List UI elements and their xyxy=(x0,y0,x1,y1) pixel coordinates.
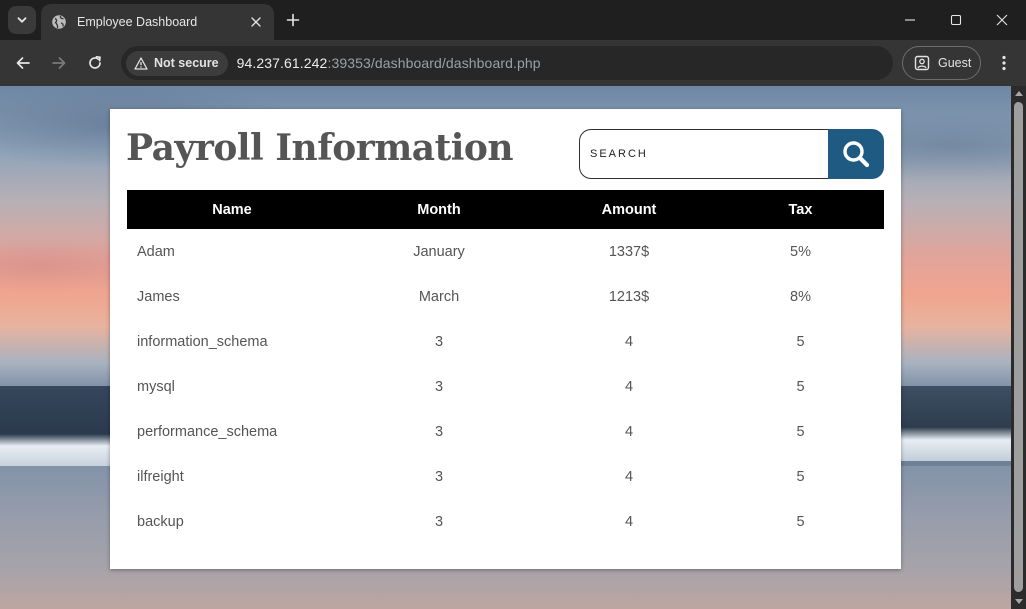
cell-month: 3 xyxy=(434,423,444,440)
table-row: performance_schema 3 4 5 xyxy=(127,409,884,454)
column-header-tax[interactable]: Tax xyxy=(717,190,884,229)
chevron-down-icon xyxy=(17,17,27,23)
cell-name: backup xyxy=(137,513,184,530)
profile-button[interactable]: Guest xyxy=(902,46,981,80)
arrow-left-icon xyxy=(16,57,30,69)
cell-tax: 5 xyxy=(796,423,805,440)
browser-tab-strip: Employee Dashboard xyxy=(0,0,1026,40)
tab-close-button[interactable] xyxy=(244,10,268,34)
scroll-down-arrow-icon[interactable] xyxy=(1015,599,1023,604)
search-input[interactable] xyxy=(579,129,831,179)
cell-month: January xyxy=(413,243,465,260)
browser-menu-button[interactable] xyxy=(990,49,1018,77)
background-treeline-right xyxy=(901,386,1011,461)
profile-icon xyxy=(914,55,930,71)
cell-name: performance_schema xyxy=(137,423,278,440)
background-treeline-left xyxy=(0,386,112,466)
close-icon xyxy=(996,14,1008,26)
address-bar[interactable]: Not secure 94.237.61.242:39353/dashboard… xyxy=(121,46,893,80)
table-header-row: Name Month Amount Tax xyxy=(127,190,884,229)
page-title: Payroll Information xyxy=(126,127,514,169)
cell-name: Adam xyxy=(137,243,175,260)
search-icon xyxy=(843,141,870,168)
cell-month: 3 xyxy=(434,333,444,350)
search-form xyxy=(579,129,884,179)
payroll-card: Payroll Information Name Month Amount Ta… xyxy=(110,109,901,569)
table-row: mysql 3 4 5 xyxy=(127,364,884,409)
column-header-amount[interactable]: Amount xyxy=(541,190,717,229)
maximize-button[interactable] xyxy=(933,0,979,40)
back-button[interactable] xyxy=(9,49,37,77)
minimize-icon xyxy=(905,19,915,21)
table-row: ilfreight 3 4 5 xyxy=(127,454,884,499)
close-window-button[interactable] xyxy=(979,0,1025,40)
forward-button[interactable] xyxy=(45,49,73,77)
cell-month: March xyxy=(418,288,460,305)
arrow-right-icon xyxy=(52,57,66,69)
browser-tab[interactable]: Employee Dashboard xyxy=(41,4,274,40)
cell-tax: 5 xyxy=(796,378,805,395)
table-row: information_schema 3 4 5 xyxy=(127,319,884,364)
tab-search-button[interactable] xyxy=(8,6,36,34)
cell-month: 3 xyxy=(434,468,444,485)
cell-amount: 4 xyxy=(624,333,634,350)
not-secure-label: Not secure xyxy=(154,56,219,70)
cell-name: mysql xyxy=(137,378,175,395)
page-viewport: Payroll Information Name Month Amount Ta… xyxy=(0,86,1011,609)
reload-button[interactable] xyxy=(81,49,109,77)
payroll-table: Name Month Amount Tax Adam January 1337$… xyxy=(127,190,884,544)
cell-amount: 4 xyxy=(624,378,634,395)
browser-toolbar: Not secure 94.237.61.242:39353/dashboard… xyxy=(0,40,1026,86)
globe-icon xyxy=(51,14,67,30)
new-tab-button[interactable] xyxy=(280,7,306,33)
minimize-button[interactable] xyxy=(887,0,933,40)
site-info-chip[interactable]: Not secure xyxy=(126,50,228,76)
reload-icon xyxy=(89,55,101,69)
table-row: Adam January 1337$ 5% xyxy=(127,229,884,274)
cell-name: information_schema xyxy=(137,333,268,350)
cell-amount: 4 xyxy=(624,513,634,530)
cell-amount: 4 xyxy=(624,423,634,440)
cell-amount: 1337$ xyxy=(608,243,650,260)
cell-name: James xyxy=(137,288,180,305)
column-header-name[interactable]: Name xyxy=(127,190,337,229)
cell-amount: 1213$ xyxy=(608,288,650,305)
profile-label: Guest xyxy=(938,56,972,70)
column-header-month[interactable]: Month xyxy=(337,190,541,229)
warning-triangle-icon xyxy=(134,56,148,70)
search-button[interactable] xyxy=(828,129,884,179)
cell-month: 3 xyxy=(434,513,444,530)
cell-tax: 8% xyxy=(790,288,811,305)
cell-month: 3 xyxy=(434,378,444,395)
maximize-icon xyxy=(950,14,962,26)
close-icon xyxy=(251,17,261,27)
cell-tax: 5 xyxy=(796,513,805,530)
cell-tax: 5 xyxy=(796,468,805,485)
table-row: James March 1213$ 8% xyxy=(127,274,884,319)
url-path: :39353/dashboard/dashboard.php xyxy=(327,55,541,71)
cell-name: ilfreight xyxy=(137,468,184,485)
page-scrollbar[interactable] xyxy=(1011,86,1026,609)
url-text[interactable]: 94.237.61.242:39353/dashboard/dashboard.… xyxy=(237,55,541,71)
kebab-menu-icon xyxy=(1002,55,1006,71)
plus-icon xyxy=(286,13,300,27)
tab-title: Employee Dashboard xyxy=(77,15,198,29)
cell-tax: 5% xyxy=(790,243,811,260)
cell-tax: 5 xyxy=(796,333,805,350)
scroll-up-arrow-icon[interactable] xyxy=(1015,91,1023,96)
cell-amount: 4 xyxy=(624,468,634,485)
scrollbar-thumb[interactable] xyxy=(1014,102,1023,592)
table-row: backup 3 4 5 xyxy=(127,499,884,544)
url-host: 94.237.61.242 xyxy=(236,55,328,71)
